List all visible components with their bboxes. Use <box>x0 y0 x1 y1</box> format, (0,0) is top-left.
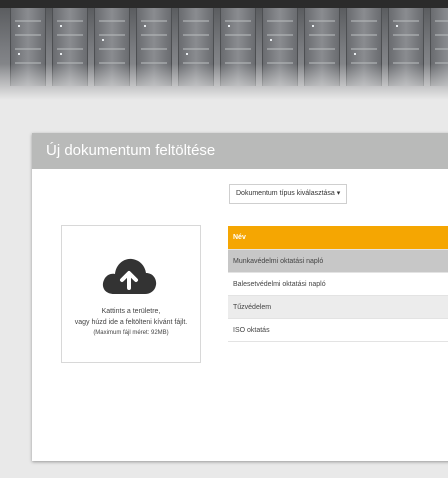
row-label: Tűzvédelem <box>228 295 448 319</box>
file-dropzone[interactable]: Kattints a területre, vagy húzd ide a fe… <box>61 225 201 363</box>
table-row[interactable]: ISO oktatás <box>228 318 448 342</box>
document-type-table: Név Munkavédelmi oktatási napló Balesetv… <box>228 226 448 342</box>
row-label: ISO oktatás <box>228 318 448 342</box>
upload-card: Új dokumentum feltöltése Dokumentum típu… <box>32 133 448 461</box>
column-name-header: Név <box>228 226 448 250</box>
dropzone-line2: vagy húzd ide a feltölteni kívánt fájlt. <box>74 319 188 326</box>
row-label: Balesetvédelmi oktatási napló <box>228 272 448 296</box>
top-bar <box>0 0 448 8</box>
table-row[interactable]: Tűzvédelem <box>228 295 448 319</box>
cloud-upload-icon <box>100 254 158 296</box>
card-title: Új dokumentum feltöltése <box>32 133 448 169</box>
row-label: Munkavédelmi oktatási napló <box>228 249 448 273</box>
table-row[interactable]: Munkavédelmi oktatási napló <box>228 249 448 273</box>
dropzone-max-size: (Maximum fájl méret: 92MB) <box>93 330 169 336</box>
table-row[interactable]: Balesetvédelmi oktatási napló <box>228 272 448 296</box>
doc-type-dropdown[interactable]: Dokumentum típus kiválasztása ▾ <box>229 184 348 204</box>
dropzone-line1: Kattints a területre, <box>101 308 161 315</box>
server-rack-banner <box>0 8 448 100</box>
